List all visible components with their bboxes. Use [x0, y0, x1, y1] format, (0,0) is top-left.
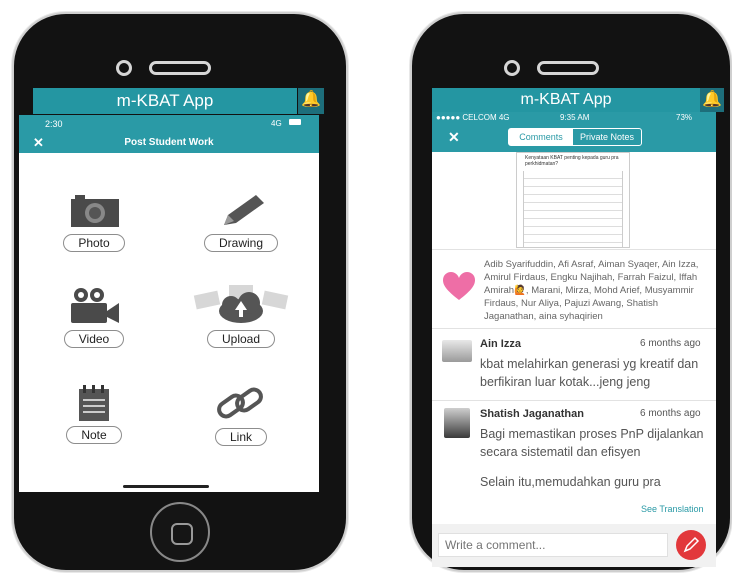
comment-author[interactable]: Shatish Jaganathan [480, 408, 584, 420]
post-title: Post Student Work [124, 137, 214, 148]
comment-text-continued: Selain itu,memudahkan guru pra [480, 475, 661, 489]
battery-icon [289, 119, 301, 125]
home-button[interactable] [150, 502, 210, 562]
pencil-icon [224, 195, 264, 225]
right-screen: ●●●●● CELCOM 4G 9:35 AM 73% ✕ Comments P… [432, 112, 716, 567]
comment-time: 6 months ago [640, 338, 701, 349]
app-title-bar: m-KBAT App [33, 88, 297, 114]
earpiece-speaker [537, 61, 599, 75]
see-translation-link[interactable]: See Translation [641, 504, 704, 514]
post-work-header: 2:30 4G ✕ Post Student Work [19, 115, 319, 153]
comment-input[interactable] [438, 533, 668, 557]
close-button[interactable]: ✕ [448, 129, 460, 146]
link-tile[interactable]: Link [196, 385, 286, 446]
drawing-label: Drawing [203, 234, 278, 252]
send-comment-button[interactable] [676, 530, 706, 560]
carrier-status: ●●●●● CELCOM 4G [436, 113, 510, 122]
camera-icon [71, 195, 119, 227]
network-indicator: 4G [271, 119, 282, 128]
photo-label: Photo [63, 234, 125, 252]
note-tile[interactable]: Note [49, 385, 139, 444]
comment-time: 6 months ago [640, 408, 701, 419]
front-camera [504, 60, 520, 76]
heart-icon[interactable] [442, 272, 476, 302]
front-camera [116, 60, 132, 76]
link-label: Link [214, 428, 267, 446]
app-title: m-KBAT App [520, 91, 612, 108]
divider [432, 249, 716, 250]
chain-link-icon [217, 387, 263, 419]
notification-bell-button[interactable]: 🔔 [700, 88, 724, 112]
divider [432, 328, 716, 329]
video-tile[interactable]: Video [49, 287, 139, 348]
status-time: 9:35 AM [560, 113, 590, 122]
bell-icon: 🔔 [301, 91, 321, 108]
right-app-title-bar: m-KBAT App [432, 88, 700, 112]
tab-private-notes[interactable]: Private Notes [573, 129, 641, 145]
avatar[interactable] [442, 340, 472, 362]
cloud-upload-icon [193, 285, 289, 323]
comment-text: kbat melahirkan generasi yg kreatif dan … [480, 357, 699, 389]
avatar[interactable] [444, 408, 470, 438]
left-screen: 2:30 4G ✕ Post Student Work Photo Drawin… [19, 115, 319, 492]
note-label: Note [66, 426, 122, 444]
notification-bell-button[interactable]: 🔔 [298, 88, 324, 114]
upload-label: Upload [206, 330, 276, 348]
upload-tile[interactable]: Upload [189, 283, 293, 348]
divider [432, 400, 716, 401]
drawing-tile[interactable]: Drawing [196, 193, 286, 252]
tab-comments[interactable]: Comments [509, 129, 573, 145]
likers-list: Adib Syarifuddin, Afi Asraf, Aiman Syaqe… [484, 259, 699, 322]
battery-percent: 73% [676, 113, 693, 122]
earpiece-speaker [149, 61, 211, 75]
status-time: 2:30 [45, 119, 63, 129]
comment-text: Bagi memastikan proses PnP dijalankan se… [480, 427, 704, 459]
tab-group: Comments Private Notes [508, 128, 642, 146]
attached-document[interactable]: Kenyataan KBAT penting kepada guru pra p… [516, 152, 630, 248]
notepad-icon [79, 385, 109, 421]
document-lines [523, 171, 623, 247]
video-camera-icon [71, 288, 119, 323]
comments-header: ●●●●● CELCOM 4G 9:35 AM 73% ✕ Comments P… [432, 112, 716, 152]
video-label: Video [63, 330, 125, 348]
app-title: m-KBAT App [116, 91, 214, 110]
pencil-icon [683, 536, 700, 553]
bell-icon: 🔔 [702, 91, 722, 108]
photo-tile[interactable]: Photo [49, 193, 139, 252]
home-indicator [123, 485, 209, 488]
document-text: Kenyataan KBAT penting kepada guru pra p… [525, 155, 619, 167]
comment-author[interactable]: Ain Izza [480, 338, 521, 350]
